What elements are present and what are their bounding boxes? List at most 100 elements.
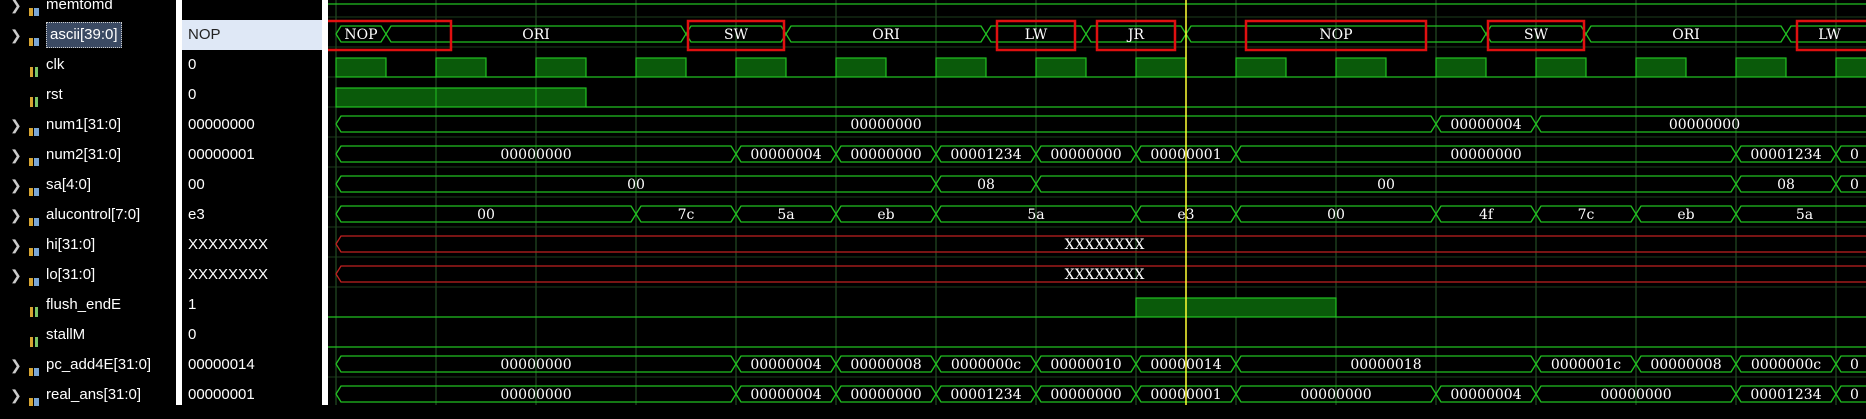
- signal-value-row[interactable]: NOP: [182, 20, 322, 50]
- bus-segment-label: 00000010: [1050, 357, 1121, 373]
- clock-high-pulse: [835, 57, 887, 78]
- signal-row-alucontrol[interactable]: ❯ alucontrol[7:0]: [0, 200, 176, 230]
- expand-chevron-icon[interactable]: ❯: [10, 170, 24, 200]
- bus-segment-label: 00000004: [750, 387, 821, 403]
- signal-value-row[interactable]: e3: [182, 200, 322, 230]
- signal-name: ascii[39:0]: [46, 22, 122, 48]
- bus-signal-icon: [28, 209, 40, 226]
- expand-chevron-icon[interactable]: ❯: [10, 260, 24, 290]
- signal-value-row[interactable]: 00: [182, 170, 322, 200]
- expand-chevron-icon[interactable]: ❯: [10, 20, 24, 50]
- signal-value-row[interactable]: 00000001: [182, 140, 322, 170]
- bus-signal-icon: [28, 269, 40, 286]
- signal-value-row[interactable]: 0: [182, 80, 322, 110]
- clock-high-pulse: [1035, 57, 1087, 78]
- clock-high-pulse: [1135, 57, 1187, 78]
- bus-segment-label: 00000000: [500, 147, 571, 163]
- signal-value: 00000000: [188, 116, 255, 133]
- bus-segment-label: 0000001c: [1551, 357, 1621, 373]
- bus-segment-label: 0: [1850, 147, 1859, 163]
- signal-row-flush-ende[interactable]: flush_endE: [0, 290, 176, 320]
- clock-high-pulse: [435, 57, 487, 78]
- expand-chevron-icon[interactable]: ❯: [10, 140, 24, 170]
- waveform-panel[interactable]: NOP ORI SW ORI LW JR NOP SW ORI LW 00000000 0000000…: [269, 0, 1866, 408]
- bus-segment-label: 00000000: [1669, 117, 1740, 133]
- clock-high-pulse: [935, 57, 987, 78]
- signal-name: rst: [46, 86, 63, 103]
- signal-row-num2[interactable]: ❯ num2[31:0]: [0, 140, 176, 170]
- bus-segment-label: XXXXXXXX: [1065, 267, 1145, 283]
- signal-name: memtomd: [46, 0, 113, 13]
- bus-signal-icon: [28, 179, 40, 196]
- bus-signal-icon: [28, 239, 40, 256]
- bus-segment-label: SW: [1524, 27, 1549, 43]
- signal-value-row[interactable]: 00000000: [182, 110, 322, 140]
- signal-row-lo[interactable]: ❯ lo[31:0]: [0, 260, 176, 290]
- clock-high-pulse: [1735, 57, 1787, 78]
- signal-value-row[interactable]: XXXXXXXX: [182, 260, 322, 290]
- signal-row-sa[interactable]: ❯ sa[4:0]: [0, 170, 176, 200]
- bus-segment-label: 00000004: [750, 357, 821, 373]
- signal-name: num2[31:0]: [46, 146, 122, 163]
- signal-name: pc_add4E[31:0]: [46, 356, 152, 373]
- signal-row-real-ans[interactable]: ❯ real_ans[31:0]: [0, 380, 176, 410]
- signal-name: alucontrol[7:0]: [46, 206, 141, 223]
- signal-name: real_ans[31:0]: [46, 386, 142, 403]
- flush-high-region: [1135, 297, 1337, 318]
- signal-value-row[interactable]: 1: [182, 290, 322, 320]
- signal-value-row[interactable]: 00000014: [182, 350, 322, 380]
- signal-name: num1[31:0]: [46, 116, 122, 133]
- expand-chevron-icon[interactable]: ❯: [10, 0, 24, 20]
- expand-chevron-icon[interactable]: ❯: [10, 230, 24, 260]
- expand-chevron-icon[interactable]: ❯: [10, 380, 24, 410]
- signal-value-row[interactable]: 00000001: [182, 380, 322, 410]
- expand-chevron-icon[interactable]: ❯: [10, 200, 24, 230]
- bus-segment-label: 08: [1777, 177, 1795, 193]
- bus-segment-label: 00001234: [1750, 147, 1821, 163]
- signal-name: flush_endE: [46, 296, 122, 313]
- bus-segment-label: JR: [1126, 27, 1145, 43]
- expand-chevron-icon[interactable]: ❯: [10, 350, 24, 380]
- bus-segment-label: ORI: [1672, 27, 1700, 43]
- expand-chevron-icon[interactable]: ❯: [10, 110, 24, 140]
- bus-segment-label: 5a: [1796, 207, 1813, 223]
- signal-value: XXXXXXXX: [188, 236, 269, 253]
- bus-segment-label: 00000004: [1450, 117, 1521, 133]
- bus-segment-label: 00001234: [950, 387, 1021, 403]
- bus-segment-label: 00001234: [950, 147, 1021, 163]
- bus-segment-label: 4f: [1479, 207, 1495, 223]
- signal-row-pc-add4e[interactable]: ❯ pc_add4E[31:0]: [0, 350, 176, 380]
- bus-signal-icon: [28, 119, 40, 136]
- signal-row-num1[interactable]: ❯ num1[31:0]: [0, 110, 176, 140]
- signal-value: 1: [188, 296, 197, 313]
- signal-value-row[interactable]: XXXXXXXX: [182, 230, 322, 260]
- signal-value: 0: [188, 86, 197, 103]
- waveform-canvas[interactable]: NOP ORI SW ORI LW JR NOP SW ORI LW00000000 0000000…: [269, 0, 1866, 408]
- bus-segment-label: 0: [1850, 357, 1859, 373]
- signal-row-clk[interactable]: clk: [0, 50, 176, 80]
- bus-segment-label: SW: [724, 27, 749, 43]
- signal-value-row[interactable]: [182, 0, 322, 20]
- signal-value-row[interactable]: 0: [182, 50, 322, 80]
- signal-name: hi[31:0]: [46, 236, 96, 253]
- signal-value: 0: [188, 326, 197, 343]
- bus-segment-label: 00: [477, 207, 495, 223]
- signal-row-stallm[interactable]: stallM: [0, 320, 176, 350]
- signal-value-row[interactable]: 0: [182, 320, 322, 350]
- signal-row-hi[interactable]: ❯ hi[31:0]: [0, 230, 176, 260]
- bus-segment-label: eb: [877, 207, 894, 223]
- bus-segment-label: ORI: [522, 27, 550, 43]
- bus-segment-label: 0000000c: [1751, 357, 1821, 373]
- bus-segment-label: 00000008: [850, 357, 921, 373]
- bus-signal-icon: [28, 149, 40, 166]
- clock-high-pulse: [1835, 57, 1866, 78]
- bus-segment-label: 00000000: [500, 387, 571, 403]
- bus-segment-label: 00: [627, 177, 645, 193]
- signal-row-rst[interactable]: rst: [0, 80, 176, 110]
- bus-segment-label: 00001234: [1750, 387, 1821, 403]
- bus-segment-label: XXXXXXXX: [1065, 237, 1145, 253]
- clock-high-pulse: [635, 57, 687, 78]
- signal-row-memtomd[interactable]: ❯ memtomd: [0, 0, 176, 20]
- signal-row-ascii[interactable]: ❯ ascii[39:0]: [0, 20, 176, 50]
- clock-high-pulse: [735, 57, 787, 78]
